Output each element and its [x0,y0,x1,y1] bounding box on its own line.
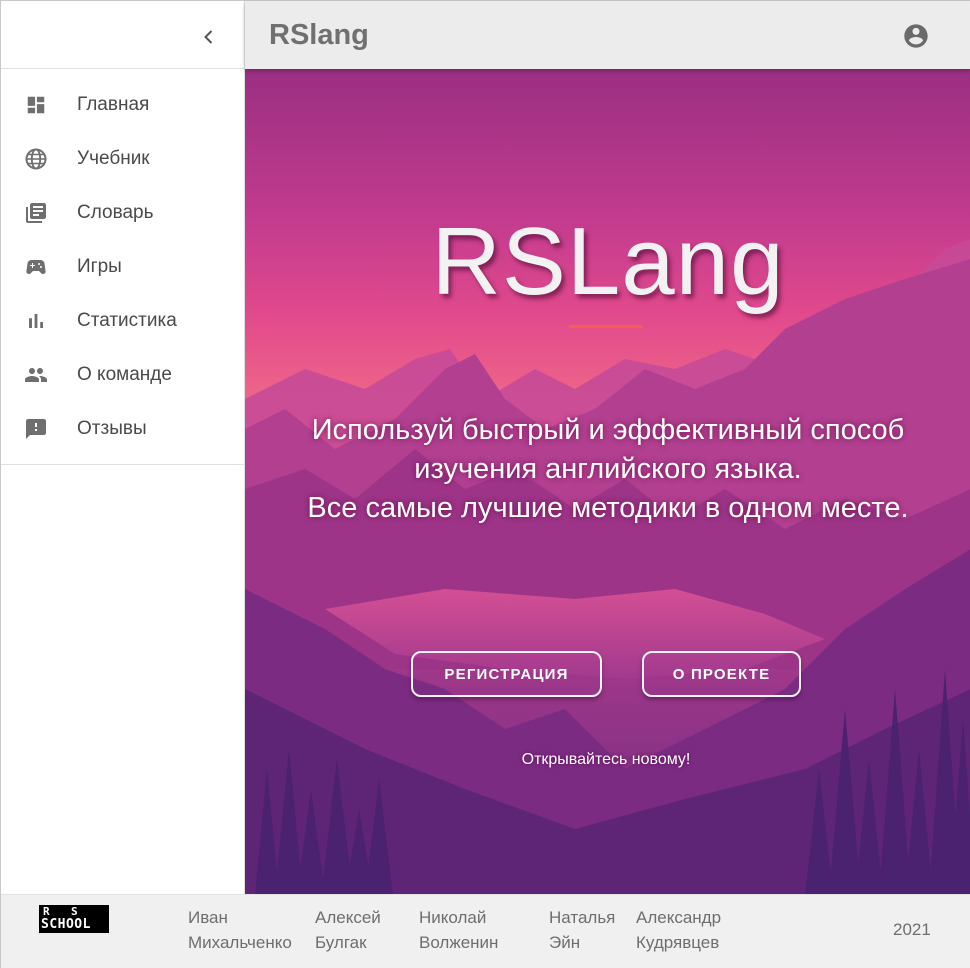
hero-tagline: Открывайтесь новому! [521,751,691,768]
sidebar-item-textbook[interactable]: Учебник [1,132,244,186]
sidebar-item-label: Главная [77,94,150,115]
gamepad-icon [24,255,48,279]
collapse-sidebar-button[interactable] [193,21,225,53]
bar-chart-icon [24,309,48,333]
app-bar: RSlang [245,1,970,69]
sidebar-item-label: О команде [77,364,172,385]
author-last-name: Эйн [549,933,581,952]
sidebar-item-home[interactable]: Главная [1,78,244,132]
account-button[interactable] [899,19,933,53]
sidebar-item-label: Учебник [77,148,150,169]
author-link[interactable]: Наталья Эйн [549,905,615,955]
hero-section: RSLang Используй быстрый и эффективный с… [245,69,970,894]
copyright-year: 2021 [893,920,931,939]
hero-title: RSLang [431,208,785,315]
author-first-name: Николай [419,908,487,927]
author-last-name: Волженин [419,933,499,952]
author-first-name: Наталья [549,908,616,927]
sidebar-item-label: Статистика [77,310,177,331]
author-last-name: Михальченко [188,933,292,952]
sidebar-nav: Главная Учебник Словарь Игры Статистика … [1,69,244,465]
rs-school-logo[interactable]: R S SCHOOL [39,905,109,933]
library-books-icon [24,201,48,225]
hero-description-line: Используй быстрый и эффективный способ [311,414,905,446]
sidebar-item-games[interactable]: Игры [1,240,244,294]
rs-logo-school: SCHOOL [41,917,91,932]
register-button[interactable]: РЕГИСТРАЦИЯ [411,651,602,697]
hero-description-line: изучения английского языка. [414,453,802,485]
author-first-name: Иван [188,908,228,927]
dashboard-icon [24,93,48,117]
sidebar-item-label: Игры [77,256,122,277]
author-last-name: Кудрявцев [636,933,720,952]
app-frame: Главная Учебник Словарь Игры Статистика … [0,0,970,968]
author-last-name: Булгак [315,933,367,952]
about-project-button[interactable]: О ПРОЕКТЕ [642,651,801,697]
chevron-left-icon [204,30,213,44]
author-first-name: Алексей [315,908,381,927]
sidebar-item-statistics[interactable]: Статистика [1,294,244,348]
title-underline [569,325,643,328]
author-link[interactable]: Алексей Булгак [315,905,381,955]
sidebar: Главная Учебник Словарь Игры Статистика … [1,1,245,894]
account-circle-icon [904,24,928,48]
app-title: RSlang [269,19,369,51]
sidebar-item-team[interactable]: О команде [1,348,244,402]
sidebar-item-label: Словарь [77,202,154,223]
hero-description-line: Все самые лучшие методики в одном месте. [307,492,909,524]
author-link[interactable]: Иван Михальченко [188,905,292,955]
author-link[interactable]: Александр Кудрявцев [636,905,721,955]
people-icon [24,363,48,387]
author-link[interactable]: Николай Волженин [419,905,498,955]
hero-description: Используй быстрый и эффективный способ и… [265,411,951,528]
sidebar-item-reviews[interactable]: Отзывы [1,402,244,456]
footer: R S SCHOOL Иван Михальченко Алексей Булг… [1,894,970,968]
author-first-name: Александр [636,908,722,927]
sidebar-item-label: Отзывы [77,418,147,439]
feedback-icon [24,417,48,441]
sidebar-header [1,1,244,69]
globe-icon [24,147,48,171]
sidebar-item-dictionary[interactable]: Словарь [1,186,244,240]
